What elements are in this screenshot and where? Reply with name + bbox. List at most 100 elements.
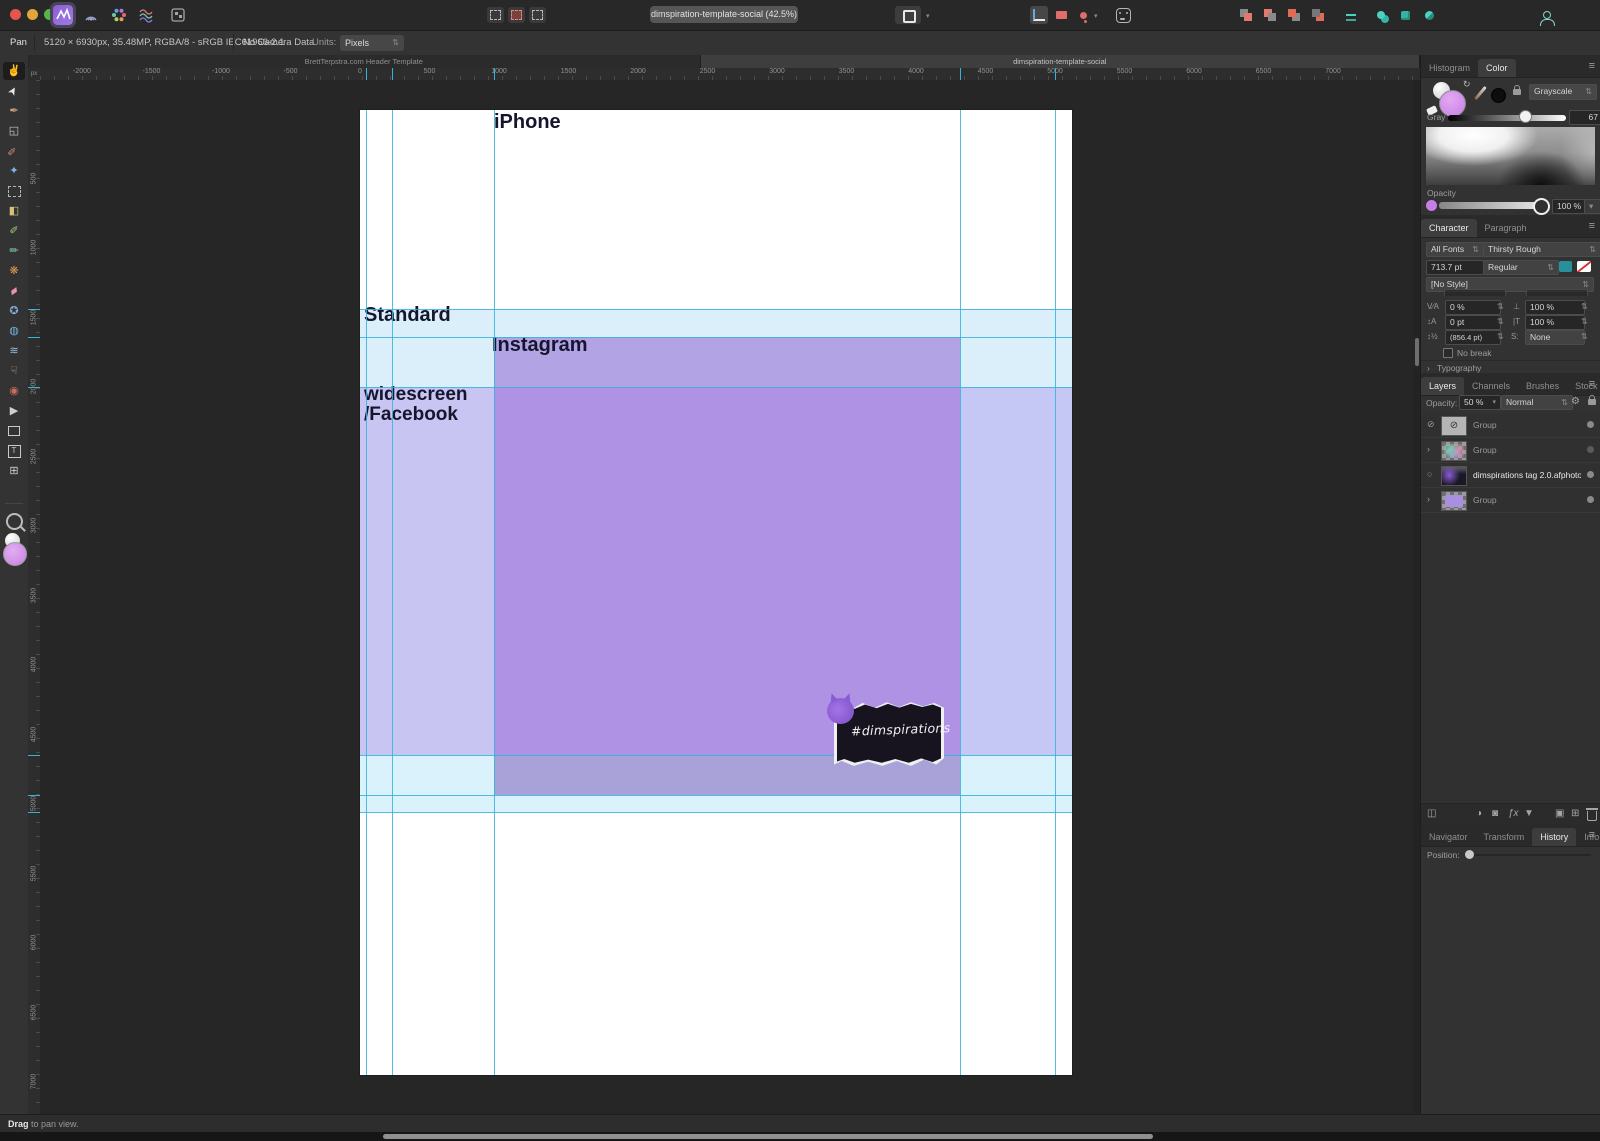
snapping-dropdown-icon[interactable]: ▾ (1094, 12, 1098, 20)
vertical-guide[interactable] (392, 110, 393, 1075)
layer-row[interactable]: ○dimspirations tag 2.0.afphoto (1421, 463, 1600, 488)
text-stroke-color-chip[interactable] (1577, 261, 1591, 272)
layer-hidden-icon[interactable]: ⊘ (1427, 419, 1435, 430)
sponge-tool[interactable]: ◉ (3, 382, 25, 400)
bottom-panel-menu-icon[interactable]: ≡ (1589, 829, 1595, 841)
tab-layers[interactable]: Layers (1421, 377, 1464, 395)
layer-select-dot[interactable] (1587, 446, 1594, 453)
tab-navigator[interactable]: Navigator (1421, 828, 1476, 846)
layer-row[interactable]: ›Group (1421, 488, 1600, 513)
new-group-icon[interactable]: ▣ (1555, 808, 1564, 819)
move-tool[interactable]: ➤ (3, 82, 25, 100)
horizontal-guide[interactable] (360, 812, 1072, 813)
gray-value-field[interactable]: 67 (1569, 110, 1600, 125)
picked-color-swatch[interactable] (1491, 88, 1506, 103)
v-scale-field[interactable]: 100 % (1525, 315, 1585, 330)
standard-size-region[interactable] (360, 309, 1072, 337)
window-gadget-button[interactable] (895, 6, 921, 24)
delete-layer-icon[interactable] (1587, 811, 1597, 821)
selection-mode-new-icon[interactable] (487, 7, 504, 23)
layer-select-dot[interactable] (1587, 496, 1594, 503)
photo-persona-icon[interactable] (53, 5, 73, 25)
layer-expand-icon[interactable]: › (1427, 444, 1430, 454)
layer-label[interactable]: Group (1473, 445, 1581, 455)
ruler-units-corner[interactable]: px (28, 68, 40, 80)
selection-mode-subtract-icon[interactable] (529, 7, 546, 23)
shape-tool[interactable]: ▶ (3, 402, 25, 420)
assistant-icon[interactable] (1114, 6, 1132, 24)
erase-brush-tool[interactable]: ▰ (3, 282, 25, 300)
layer-thumbnail[interactable] (1441, 441, 1467, 461)
layers-panel-menu-icon[interactable]: ≡ (1589, 378, 1595, 390)
horizontal-guide[interactable] (360, 337, 1072, 338)
document-tab[interactable]: dimspiration-template-social (701, 55, 1420, 68)
tab-channels[interactable]: Channels (1464, 377, 1518, 395)
document-tab[interactable]: BrettTerpstra.com Header Template (28, 55, 701, 68)
baseline-field[interactable]: 0 pt (1445, 315, 1501, 330)
bottom-cyan-band[interactable] (360, 795, 1072, 812)
text-fill-color-chip[interactable] (1559, 261, 1572, 272)
color-mode-dropdown[interactable]: Grayscale⇅ (1529, 84, 1597, 100)
tab-history[interactable]: History (1532, 828, 1576, 846)
gray-slider[interactable] (1448, 115, 1566, 121)
rectangle-tool[interactable] (3, 422, 25, 440)
move-to-back-icon[interactable] (1309, 6, 1327, 24)
horizontal-guide[interactable] (360, 309, 1072, 310)
units-dropdown[interactable]: Pixels⇅ (340, 35, 404, 51)
selection-brush-tool[interactable]: ✎ (3, 142, 25, 160)
lock-icon[interactable] (1513, 89, 1521, 95)
paint-brush-tool[interactable]: ✐ (3, 222, 25, 240)
crop-tool[interactable]: ◱ (3, 122, 25, 140)
vertical-guide[interactable] (1055, 110, 1056, 1075)
widescreen-label-line2[interactable]: /Facebook (364, 405, 458, 424)
shear-dropdown[interactable]: None (1525, 330, 1585, 345)
opacity-dropdown-icon[interactable]: ▾ (1584, 199, 1600, 214)
vertical-guide[interactable] (366, 110, 367, 1075)
opacity-slider[interactable] (1439, 202, 1537, 209)
swap-colors-icon[interactable]: ↻ (1463, 79, 1471, 90)
font-style-dropdown[interactable]: Regular⇅ (1483, 260, 1559, 275)
liquify-persona-icon[interactable] (81, 5, 101, 25)
layer-expand-icon[interactable]: › (1427, 494, 1430, 504)
export-persona-icon[interactable] (168, 5, 188, 25)
move-to-front-icon[interactable] (1237, 6, 1255, 24)
history-position-track[interactable] (1467, 854, 1591, 856)
tab-brushes[interactable]: Brushes (1518, 377, 1567, 395)
layer-select-dot[interactable] (1587, 471, 1594, 478)
layer-effects-icon[interactable]: ƒx (1508, 808, 1519, 819)
horizontal-guide[interactable] (360, 755, 1072, 756)
no-break-checkbox[interactable] (1443, 348, 1453, 358)
slices-icon[interactable] (1052, 6, 1070, 24)
horizontal-guide[interactable] (360, 795, 1072, 796)
layer-row[interactable]: ⊘⊘Group (1421, 413, 1600, 438)
layer-thumbnail[interactable]: ⊘ (1441, 416, 1467, 436)
flood-fill-tool[interactable]: ◧ (3, 202, 25, 220)
font-family-dropdown[interactable]: Thirsty Rough⇅ (1483, 242, 1600, 257)
tone-mapping-persona-icon[interactable] (137, 5, 157, 25)
gray-slider-handle[interactable] (1519, 110, 1532, 123)
live-filter-icon[interactable]: ▼ (1524, 808, 1534, 819)
widescreen-left-region[interactable] (360, 387, 494, 755)
mask-icon[interactable]: ◙ (1492, 808, 1498, 819)
tab-character[interactable]: Character (1421, 219, 1477, 237)
opacity-slider-handle[interactable] (1533, 198, 1550, 215)
blend-mode-dropdown[interactable]: Normal⇅ (1501, 395, 1573, 410)
view-pan-tool[interactable]: ✌ (3, 62, 25, 80)
instagram-row-left-region[interactable] (360, 337, 494, 387)
tab-paragraph[interactable]: Paragraph (1477, 219, 1535, 237)
typography-section-header[interactable]: › Typography (1421, 360, 1600, 374)
account-icon[interactable] (1538, 6, 1556, 24)
pixel-brush-tool[interactable]: ✏ (3, 242, 25, 260)
tracking-field[interactable]: 0 % (1445, 300, 1501, 315)
layer-row[interactable]: › Group (1421, 438, 1600, 463)
flood-select-tool[interactable]: ✦ (3, 162, 25, 180)
gadget-dropdown-icon[interactable]: ▾ (926, 12, 930, 20)
all-fonts-dropdown[interactable]: All Fonts⇅ (1426, 242, 1484, 257)
vertical-guide[interactable] (960, 110, 961, 1075)
table-tool[interactable]: ⊞ (3, 462, 25, 480)
selection-mode-add-icon[interactable] (508, 7, 525, 23)
dimspirations-tag[interactable]: #dimspirations (837, 702, 941, 766)
widescreen-facebook-region[interactable] (494, 387, 960, 755)
layers-opacity-dropdown[interactable]: 50 %▾ (1459, 395, 1501, 410)
close-window-button[interactable] (10, 9, 21, 20)
